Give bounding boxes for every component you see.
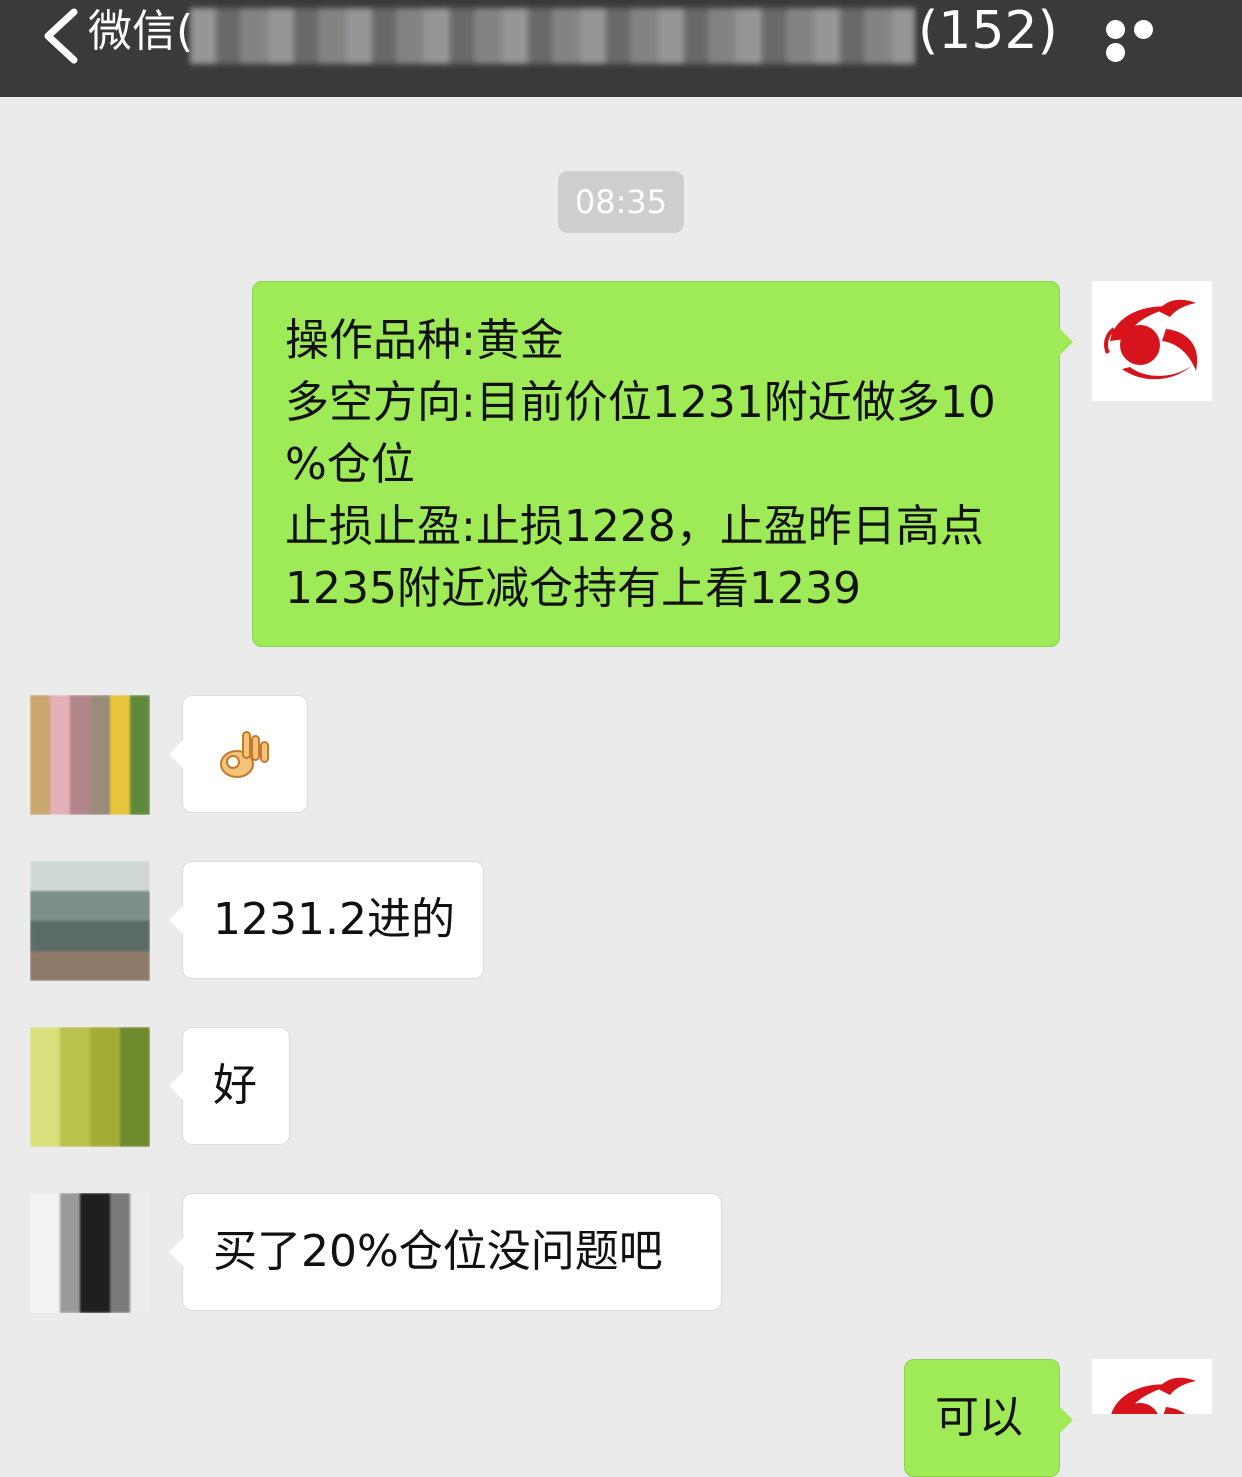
group-name-redacted <box>190 8 915 64</box>
message-bubble-received[interactable]: 买了20%仓位没问题吧 <box>169 1193 722 1311</box>
group-member-count: (152) <box>918 1 1058 61</box>
nav-bar: 微信( (152) <box>0 0 1242 97</box>
dragon-logo-icon <box>1111 1377 1196 1414</box>
message-line: 多空方向:目前价位1231附近做多10 <box>285 377 996 428</box>
chevron-left-icon[interactable] <box>38 6 88 66</box>
message-text: 可以 <box>935 1392 1023 1443</box>
bubble-tail <box>1059 1406 1073 1434</box>
ok-hand-emoji-icon <box>220 731 269 778</box>
dragon-logo-icon <box>1104 299 1198 380</box>
message-bubble-received[interactable]: 1231.2进的 <box>169 861 484 979</box>
message-bubble-sent[interactable]: 操作品种:黄金 多空方向:目前价位1231附近做多10 %仓位 止损止盈:止损1… <box>252 281 1073 647</box>
avatar-self[interactable] <box>1092 281 1212 401</box>
avatar-member[interactable] <box>30 1027 150 1147</box>
bubble-tail <box>169 906 183 934</box>
message-line: 操作品种:黄金 <box>285 315 564 366</box>
bubble-tail <box>169 1072 183 1100</box>
avatar-member[interactable] <box>30 1193 150 1313</box>
avatar-redacted <box>30 1027 150 1147</box>
message-line: 1235附近减仓持有上看1239 <box>285 563 861 614</box>
message-text: 好 <box>213 1060 257 1111</box>
avatar-redacted <box>30 861 150 981</box>
message-text: 买了20%仓位没问题吧 <box>213 1226 663 1277</box>
avatar-redacted <box>30 1193 150 1313</box>
message-bubble-sent[interactable]: 可以 <box>904 1359 1073 1477</box>
back-button-label[interactable]: 微信( <box>88 4 193 60</box>
message-bubble-received[interactable] <box>169 695 308 813</box>
avatar-member[interactable] <box>30 861 150 981</box>
bubble-tail <box>1059 328 1073 356</box>
message-line: %仓位 <box>285 439 415 490</box>
avatar-self[interactable] <box>1092 1359 1212 1414</box>
message-line: 止损止盈:止损1228，止盈昨日高点 <box>285 501 984 552</box>
bubble-tail <box>169 740 183 768</box>
more-options-icon[interactable] <box>1106 20 1186 62</box>
avatar-redacted <box>30 695 150 815</box>
message-text: 1231.2进的 <box>213 894 455 945</box>
message-timestamp: 08:35 <box>558 171 684 233</box>
bubble-tail <box>169 1238 183 1266</box>
message-bubble-received[interactable]: 好 <box>169 1027 290 1145</box>
avatar-member[interactable] <box>30 695 150 815</box>
